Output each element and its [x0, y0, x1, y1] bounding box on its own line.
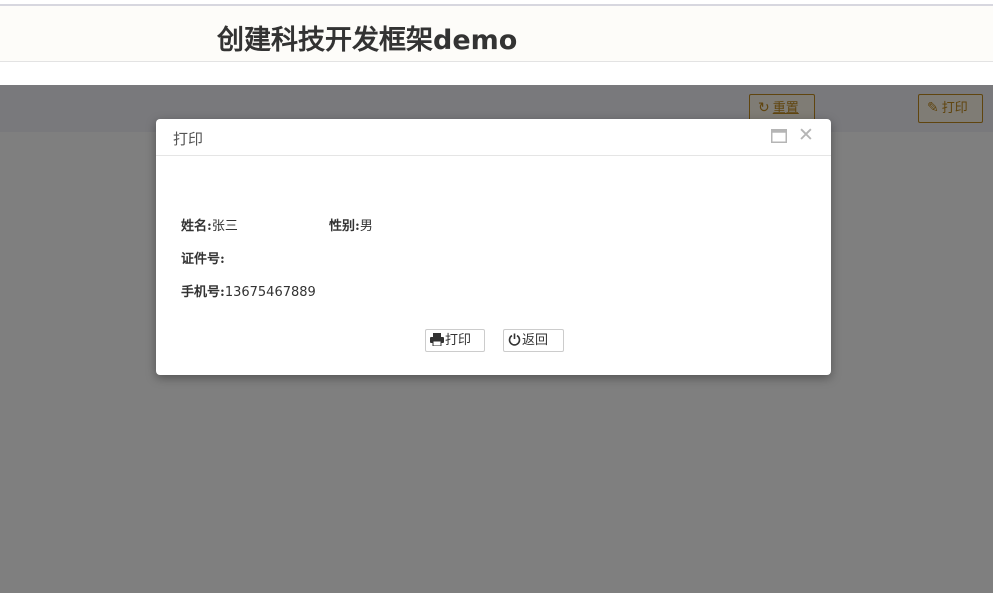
gender-label: 性别:: [329, 219, 360, 234]
phone-label: 手机号:: [181, 285, 225, 300]
maximize-icon[interactable]: [771, 129, 787, 143]
page-header: 创建科技开发框架demo: [0, 6, 993, 62]
name-field: 姓名:张三: [181, 215, 238, 234]
print-dialog: 打印 ✕ 姓名:张三 性别:男 证件号: 手机号:13675467889 打印 …: [156, 119, 831, 375]
name-label: 姓名:: [181, 219, 212, 234]
app-title: 创建科技开发框架demo: [217, 25, 518, 56]
print-button-label: 打印: [445, 333, 472, 348]
close-icon[interactable]: ✕: [798, 125, 814, 145]
printer-icon: [430, 333, 444, 346]
id-number-field: 证件号:: [181, 248, 225, 267]
power-icon: [508, 333, 521, 346]
id-number-label: 证件号:: [181, 252, 225, 267]
gender-field: 性别:男: [329, 215, 373, 234]
phone-value: 13675467889: [224, 285, 316, 300]
phone-field: 手机号:13675467889: [181, 281, 316, 300]
dialog-title: 打印: [173, 130, 204, 148]
name-value: 张三: [211, 219, 238, 234]
back-button[interactable]: 返回: [503, 329, 564, 352]
dialog-header: 打印 ✕: [156, 119, 831, 156]
back-button-label: 返回: [522, 333, 549, 348]
gender-value: 男: [359, 219, 373, 234]
print-button[interactable]: 打印: [425, 329, 485, 352]
